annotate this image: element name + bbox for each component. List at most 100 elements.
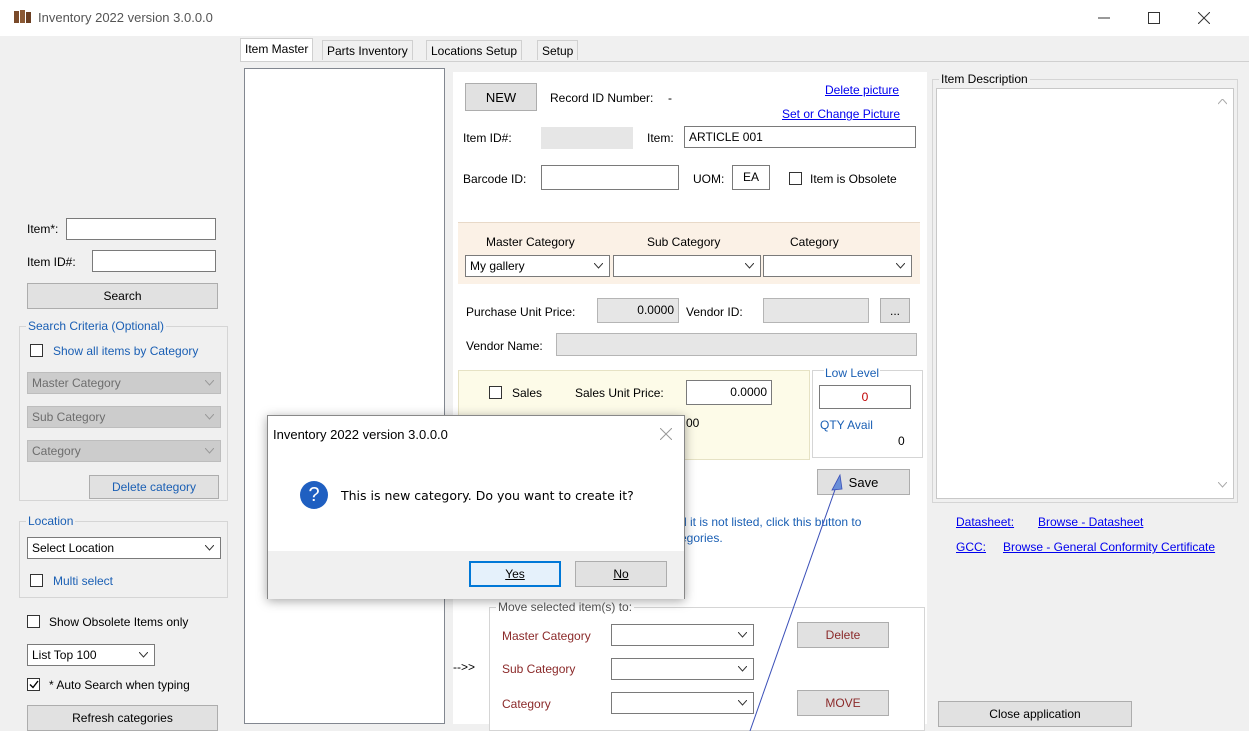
chevron-down-icon: [205, 380, 214, 386]
close-application-button[interactable]: Close application: [938, 701, 1132, 727]
tab-locations-setup[interactable]: Locations Setup: [426, 40, 523, 60]
form-itemid-field: [541, 127, 633, 149]
vendor-name-field: [556, 333, 917, 356]
sales-price-field[interactable]: 0.0000: [686, 380, 772, 405]
form-sub-category-select[interactable]: [613, 255, 761, 277]
dialog-no-button[interactable]: No: [575, 561, 667, 587]
show-obsolete-checkbox[interactable]: [27, 615, 40, 628]
form-item-field[interactable]: ARTICLE 001: [684, 126, 916, 148]
qty-avail-value: 0: [898, 434, 905, 448]
refresh-categories-button[interactable]: Refresh categories: [27, 705, 218, 731]
confirm-dialog: Inventory 2022 version 3.0.0.0 ? This is…: [267, 415, 685, 599]
barcode-label: Barcode ID:: [463, 172, 527, 186]
item-description-textarea[interactable]: [936, 88, 1234, 499]
left-master-category-select[interactable]: Master Category: [27, 372, 221, 394]
uom-field[interactable]: EA: [732, 165, 770, 190]
record-id-label: Record ID Number:: [550, 91, 654, 105]
obsolete-checkbox[interactable]: [789, 172, 802, 185]
vendor-lookup-button[interactable]: ...: [880, 298, 910, 323]
move-cat-label: Category: [502, 697, 551, 711]
tab-parts-inventory[interactable]: Parts Inventory: [322, 40, 413, 60]
itemid-search-input[interactable]: [92, 250, 216, 272]
delete-category-button[interactable]: Delete category: [89, 475, 219, 499]
sales-label: Sales: [512, 386, 543, 400]
move-arrow-label: -->>: [453, 660, 476, 674]
results-list[interactable]: [244, 68, 445, 724]
auto-search-checkbox[interactable]: [27, 678, 40, 691]
scroll-up-icon[interactable]: [1218, 99, 1227, 105]
chevron-down-icon: [205, 414, 214, 420]
multi-select-label: Multi select: [53, 574, 114, 588]
annotation-arrow: [749, 473, 843, 731]
form-master-category-select[interactable]: My gallery: [465, 255, 610, 277]
cat-header: Category: [790, 235, 839, 249]
new-button[interactable]: NEW: [465, 83, 537, 111]
barcode-field[interactable]: [541, 165, 679, 190]
vendor-id-label: Vendor ID:: [686, 305, 743, 319]
qty-avail-label: QTY Avail: [820, 418, 873, 432]
chevron-down-icon: [896, 263, 905, 269]
left-category-select[interactable]: Category: [27, 440, 221, 462]
itemid-label: Item ID#:: [27, 255, 76, 269]
purchase-price-label: Purchase Unit Price:: [466, 305, 576, 319]
cat-sub-header: Sub Category: [647, 235, 721, 249]
low-level-field[interactable]: 0: [819, 385, 911, 409]
uom-label: UOM:: [693, 172, 725, 186]
tab-item-master[interactable]: Item Master: [240, 38, 314, 61]
form-itemid-label: Item ID#:: [463, 131, 512, 145]
move-master-label: Master Category: [502, 629, 591, 643]
gcc-label: GCC:: [956, 540, 986, 554]
set-picture-link[interactable]: Set or Change Picture: [782, 107, 900, 121]
title-bar: Inventory 2022 version 3.0.0.0: [0, 0, 1249, 36]
sales-hidden-fragment: 00: [686, 416, 700, 430]
chevron-down-icon: [205, 448, 214, 454]
multi-select-checkbox[interactable]: [30, 574, 43, 587]
auto-search-label: * Auto Search when typing: [49, 678, 190, 692]
scroll-down-icon[interactable]: [1218, 482, 1227, 488]
stock-panel: [812, 370, 923, 458]
show-all-by-category-checkbox[interactable]: [30, 344, 43, 357]
sales-checkbox[interactable]: [489, 386, 502, 399]
sales-price-label: Sales Unit Price:: [575, 386, 664, 400]
dialog-yes-button[interactable]: Yes: [469, 561, 561, 587]
item-search-input[interactable]: [66, 218, 216, 240]
move-sub-label: Sub Category: [502, 662, 576, 676]
location-group: Location: [19, 514, 228, 598]
delete-picture-link[interactable]: Delete picture: [825, 83, 899, 97]
window-title: Inventory 2022 version 3.0.0.0: [38, 10, 213, 25]
checkmark-icon: [29, 680, 39, 689]
record-id-value: -: [668, 91, 672, 105]
dialog-title: Inventory 2022 version 3.0.0.0: [273, 427, 448, 442]
purchase-price-field: 0.0000: [597, 298, 679, 323]
vendor-id-field: [763, 298, 869, 323]
datasheet-link[interactable]: Browse - Datasheet: [1038, 515, 1143, 529]
chevron-down-icon: [139, 652, 148, 658]
maximize-icon[interactable]: [1131, 2, 1177, 34]
show-all-by-category-label: Show all items by Category: [53, 344, 199, 358]
dialog-close-icon[interactable]: [660, 428, 672, 440]
left-sub-category-select[interactable]: Sub Category: [27, 406, 221, 428]
item-description-title: Item Description: [939, 72, 1030, 86]
location-select[interactable]: Select Location: [27, 537, 221, 559]
search-button[interactable]: Search: [27, 283, 218, 309]
chevron-down-icon: [205, 545, 214, 551]
app-icon: [14, 10, 31, 23]
search-criteria-title: Search Criteria (Optional): [26, 319, 167, 333]
item-label: Item*:: [27, 222, 59, 236]
question-icon: ?: [300, 481, 328, 509]
tab-setup[interactable]: Setup: [537, 40, 579, 60]
move-title: Move selected item(s) to:: [496, 600, 635, 614]
category-hint-line2: egories.: [680, 531, 723, 545]
gcc-link[interactable]: Browse - General Conformity Certificate: [1003, 540, 1215, 554]
low-level-title: Low Level: [824, 366, 881, 380]
form-category-select[interactable]: [763, 255, 912, 277]
minimize-icon[interactable]: [1081, 2, 1127, 34]
cat-master-header: Master Category: [486, 235, 575, 249]
close-icon[interactable]: [1181, 2, 1227, 34]
vendor-name-label: Vendor Name:: [466, 339, 543, 353]
obsolete-label: Item is Obsolete: [810, 172, 897, 186]
dialog-footer: Yes No: [268, 551, 684, 599]
chevron-down-icon: [745, 263, 754, 269]
list-top-select[interactable]: List Top 100: [27, 644, 155, 666]
chevron-down-icon: [594, 263, 603, 269]
